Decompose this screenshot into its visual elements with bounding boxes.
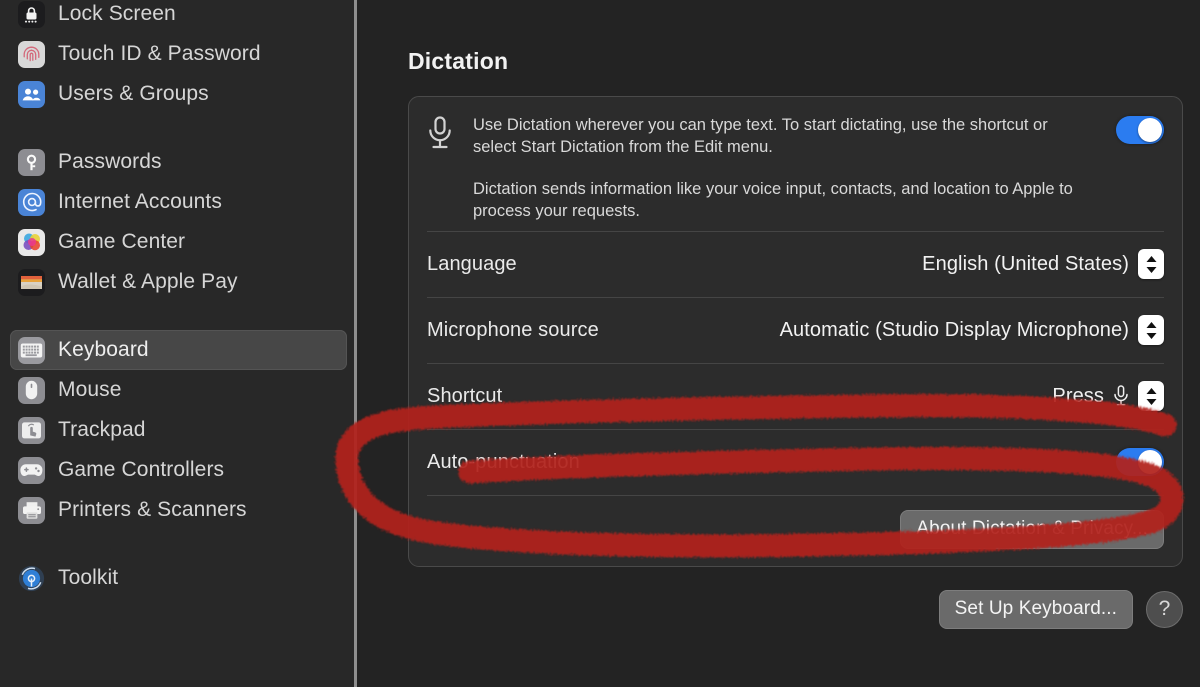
fingerprint-icon — [18, 41, 45, 68]
sidebar-group-separator — [0, 302, 357, 330]
help-button[interactable]: ? — [1146, 591, 1183, 628]
row-microphone-source-label: Microphone source — [427, 319, 599, 342]
row-shortcut-label: Shortcut — [427, 385, 502, 408]
dictation-intro-row: Use Dictation wherever you can type text… — [427, 97, 1164, 231]
sidebar-item-trackpad[interactable]: Trackpad — [10, 410, 347, 450]
row-auto-punctuation-control[interactable] — [1116, 448, 1164, 476]
sidebar-list: Lock Screen Touch ID & Password Users & Gr… — [0, 0, 357, 598]
toggle-knob — [1138, 450, 1162, 474]
row-language[interactable]: Language English (United States) — [427, 231, 1164, 297]
system-settings-window: Lock Screen Touch ID & Password Users & Gr… — [0, 0, 1200, 687]
sidebar-item-game-center[interactable]: Game Center — [10, 222, 347, 262]
lock-icon — [18, 1, 45, 28]
microphone-icon — [427, 114, 453, 155]
toolkit-icon — [18, 565, 45, 592]
sidebar-item-printers-scanners[interactable]: Printers & Scanners — [10, 490, 347, 530]
sidebar-item-label: Wallet & Apple Pay — [58, 270, 238, 294]
row-language-value: English (United States) — [922, 253, 1129, 276]
dictation-card: Use Dictation wherever you can type text… — [408, 96, 1183, 567]
sidebar-item-keyboard[interactable]: Keyboard — [10, 330, 347, 370]
set-up-keyboard-button[interactable]: Set Up Keyboard... — [939, 590, 1133, 629]
row-microphone-source[interactable]: Microphone source Automatic (Studio Disp… — [427, 297, 1164, 363]
dictation-enable-toggle[interactable] — [1116, 116, 1164, 144]
language-stepper[interactable] — [1138, 249, 1164, 279]
row-shortcut-value: Press — [1052, 385, 1104, 408]
row-shortcut[interactable]: Shortcut Press — [427, 363, 1164, 429]
sidebar-item-mouse[interactable]: Mouse — [10, 370, 347, 410]
dictation-intro-text: Use Dictation wherever you can type text… — [473, 114, 1096, 223]
row-microphone-source-control[interactable]: Automatic (Studio Display Microphone) — [780, 315, 1164, 345]
sidebar-item-lock-screen[interactable]: Lock Screen — [10, 0, 347, 34]
sidebar-group-separator — [0, 530, 357, 558]
key-icon — [18, 149, 45, 176]
auto-punctuation-toggle[interactable] — [1116, 448, 1164, 476]
game-controller-icon — [18, 457, 45, 484]
main-content: Dictation Use Dictation wherever you can… — [357, 0, 1200, 687]
sidebar-item-label: Users & Groups — [58, 82, 209, 106]
dictation-description-1: Use Dictation wherever you can type text… — [473, 114, 1086, 159]
sidebar-item-internet-accounts[interactable]: Internet Accounts — [10, 182, 347, 222]
sidebar-item-label: Game Controllers — [58, 458, 224, 482]
about-dictation-privacy-button[interactable]: About Dictation & Privacy... — [900, 510, 1164, 549]
mouse-icon — [18, 377, 45, 404]
sidebar-item-users-groups[interactable]: Users & Groups — [10, 74, 347, 114]
bottom-bar: Set Up Keyboard... ? — [408, 590, 1183, 629]
users-icon — [18, 81, 45, 108]
sidebar-item-passwords[interactable]: Passwords — [10, 142, 347, 182]
microphone-source-stepper[interactable] — [1138, 315, 1164, 345]
sidebar-item-toolkit[interactable]: Toolkit — [10, 558, 347, 598]
row-microphone-source-value: Automatic (Studio Display Microphone) — [780, 319, 1129, 342]
row-shortcut-control[interactable]: Press — [1052, 381, 1164, 411]
game-center-icon — [18, 229, 45, 256]
row-language-control[interactable]: English (United States) — [922, 249, 1164, 279]
sidebar-item-label: Printers & Scanners — [58, 498, 247, 522]
sidebar: Lock Screen Touch ID & Password Users & Gr… — [0, 0, 357, 687]
about-row: About Dictation & Privacy... — [427, 495, 1164, 566]
sidebar-item-label: Keyboard — [58, 338, 149, 362]
trackpad-icon — [18, 417, 45, 444]
sidebar-item-label: Internet Accounts — [58, 190, 222, 214]
wallet-icon — [18, 269, 45, 296]
keyboard-icon — [18, 337, 45, 364]
sidebar-group-separator — [0, 114, 357, 142]
toggle-knob — [1138, 118, 1162, 142]
printer-icon — [18, 497, 45, 524]
sidebar-item-label: Mouse — [58, 378, 122, 402]
sidebar-item-label: Trackpad — [58, 418, 146, 442]
row-language-label: Language — [427, 253, 517, 276]
sidebar-item-label: Lock Screen — [58, 2, 176, 26]
sidebar-item-label: Toolkit — [58, 566, 118, 590]
sidebar-item-wallet-apple-pay[interactable]: Wallet & Apple Pay — [10, 262, 347, 302]
sidebar-item-game-controllers[interactable]: Game Controllers — [10, 450, 347, 490]
sidebar-item-label: Touch ID & Password — [58, 42, 261, 66]
sidebar-item-label: Game Center — [58, 230, 185, 254]
dictation-description-2: Dictation sends information like your vo… — [473, 178, 1086, 223]
at-sign-icon — [18, 189, 45, 216]
shortcut-stepper[interactable] — [1138, 381, 1164, 411]
sidebar-item-label: Passwords — [58, 150, 162, 174]
row-auto-punctuation[interactable]: Auto-punctuation — [427, 429, 1164, 495]
page-title: Dictation — [408, 48, 1183, 75]
sidebar-item-touch-id-password[interactable]: Touch ID & Password — [10, 34, 347, 74]
row-auto-punctuation-label: Auto-punctuation — [427, 451, 580, 474]
shortcut-microphone-icon — [1113, 385, 1129, 407]
